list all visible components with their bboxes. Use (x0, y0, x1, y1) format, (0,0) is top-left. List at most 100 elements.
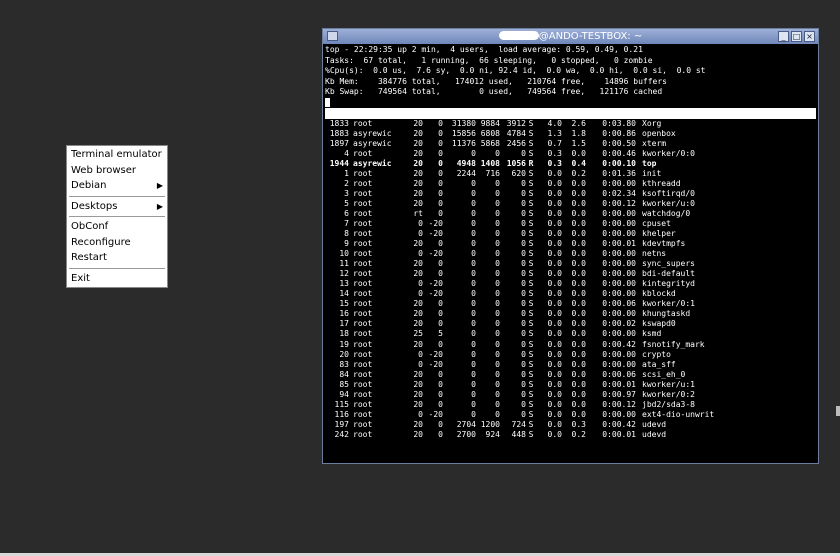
process-time: 0:00.01 (602, 379, 636, 389)
process-time: 0:00.00 (602, 349, 636, 359)
process-pid: 1 (344, 168, 349, 178)
menu-item-reconfigure[interactable]: Reconfigure (67, 235, 167, 251)
process-cmd: kdevtmpfs (642, 239, 686, 249)
process-time: 0:00.00 (602, 359, 636, 369)
process-time: 0:00.97 (602, 389, 636, 399)
process-pid: 10 (339, 249, 349, 259)
process-cpu: 0.0 (547, 329, 562, 339)
process-user: root (353, 379, 373, 389)
process-mem: 0.4 (571, 158, 586, 168)
process-shr: 724 (511, 419, 526, 429)
process-s: S (528, 379, 534, 389)
process-row: 15 root 20 0 0 0 0 S 0.0 0.0 0:00.06 kworker/0:1 (325, 299, 816, 309)
process-pr: 20 (413, 128, 423, 138)
process-table: 1833 root 20 0 31380 9884 3912 S 4.0 2.6 0:03.80 Xo… (325, 119, 816, 441)
process-time: 0:03.80 (602, 118, 636, 128)
process-shr: 1056 (506, 158, 526, 168)
process-cpu: 0.0 (547, 379, 562, 389)
process-shr: 0 (521, 229, 526, 239)
window-titlebar[interactable]: @ANDO-TESTBOX: ~ _ □ × (323, 29, 818, 44)
terminal-output[interactable]: top - 22:29:35 up 2 min, 4 users, load a… (325, 45, 816, 461)
process-ni: 0 (438, 208, 443, 218)
process-time: 0:00.01 (602, 429, 636, 439)
process-virt: 2244 (456, 168, 476, 178)
process-row: 20 root 0 -20 0 0 0 S 0.0 0.0 0:00.00 crypto (325, 350, 816, 360)
menu-item-exit[interactable]: Exit (67, 271, 167, 287)
process-user: root (353, 329, 373, 339)
process-cmd: kworker/0:1 (642, 299, 695, 309)
process-pid: 7 (344, 218, 349, 228)
process-user: root (353, 259, 373, 269)
process-time: 0:00.50 (602, 138, 636, 148)
process-s: S (528, 369, 534, 379)
process-time: 0:01.36 (602, 168, 636, 178)
close-button[interactable]: × (804, 31, 815, 42)
process-shr: 4784 (506, 128, 526, 138)
xterm-window[interactable]: @ANDO-TESTBOX: ~ _ □ × top - 22:29:35 up… (322, 28, 819, 464)
process-ni: 0 (438, 369, 443, 379)
process-pid: 83 (339, 359, 349, 369)
process-s: S (528, 389, 534, 399)
process-cpu: 0.0 (547, 279, 562, 289)
process-pr: 20 (413, 148, 423, 158)
menu-item-terminal-emulator[interactable]: Terminal emulator (67, 147, 167, 163)
process-pr: 20 (413, 198, 423, 208)
menu-item-desktops[interactable]: Desktops ▶ (67, 199, 167, 215)
process-ni: -20 (428, 409, 443, 419)
process-user: root (353, 269, 373, 279)
process-pr: 0 (418, 409, 423, 419)
process-cmd: kthreadd (642, 178, 681, 188)
process-ni: -20 (428, 218, 443, 228)
process-cmd: bdi-default (642, 269, 695, 279)
process-pr: 20 (413, 299, 423, 309)
process-time: 0:00.00 (602, 289, 636, 299)
process-shr: 0 (521, 309, 526, 319)
maximize-button[interactable]: □ (791, 31, 802, 42)
process-row: 12 root 20 0 0 0 0 S 0.0 0.0 0:00.00 bdi-default (325, 269, 816, 279)
process-row: 85 root 20 0 0 0 0 S 0.0 0.0 0:00.01 kworker/u:1 (325, 380, 816, 390)
process-s: S (528, 409, 534, 419)
process-mem: 0.0 (571, 409, 586, 419)
minimize-button[interactable]: _ (778, 31, 789, 42)
process-mem: 0.0 (571, 349, 586, 359)
process-pr: 20 (413, 239, 423, 249)
process-cpu: 0.0 (547, 178, 562, 188)
menu-item-web-browser[interactable]: Web browser (67, 163, 167, 179)
menu-item-label: Debian (71, 180, 107, 191)
menu-item-label: Terminal emulator (71, 149, 162, 160)
process-mem: 0.0 (571, 239, 586, 249)
process-pr: 20 (413, 309, 423, 319)
menu-item-restart[interactable]: Restart (67, 250, 167, 266)
process-cmd: openbox (642, 128, 676, 138)
process-shr: 0 (521, 299, 526, 309)
process-pid: 11 (339, 259, 349, 269)
process-ni: 0 (438, 118, 443, 128)
process-user: asyrewic (353, 128, 392, 138)
process-virt: 15856 (451, 128, 476, 138)
process-cpu: 0.0 (547, 259, 562, 269)
process-mem: 0.0 (571, 339, 586, 349)
process-virt: 0 (471, 178, 476, 188)
screen-edge-handle (836, 406, 840, 416)
process-pid: 1833 (329, 118, 349, 128)
process-shr: 3912 (506, 118, 526, 128)
process-shr: 0 (521, 148, 526, 158)
process-shr: 0 (521, 339, 526, 349)
menu-item-debian[interactable]: Debian ▶ (67, 178, 167, 194)
process-cmd: ksmd (642, 329, 662, 339)
process-pr: 20 (413, 399, 423, 409)
process-pid: 13 (339, 279, 349, 289)
process-mem: 0.0 (571, 399, 586, 409)
process-virt: 0 (471, 389, 476, 399)
top-uptime-line: top - 22:29:35 up 2 min, 4 users, load a… (325, 45, 643, 54)
process-pid: 15 (339, 299, 349, 309)
process-row: 2 root 20 0 0 0 0 S 0.0 0.0 0:00.00 kthreadd (325, 179, 816, 189)
process-ni: -20 (428, 249, 443, 259)
process-res: 0 (495, 299, 500, 309)
process-mem: 0.0 (571, 319, 586, 329)
menu-item-obconf[interactable]: ObConf (67, 219, 167, 235)
process-cmd: cpuset (642, 218, 671, 228)
process-pr: 20 (413, 188, 423, 198)
process-time: 0:00.00 (602, 269, 636, 279)
process-user: root (353, 168, 373, 178)
